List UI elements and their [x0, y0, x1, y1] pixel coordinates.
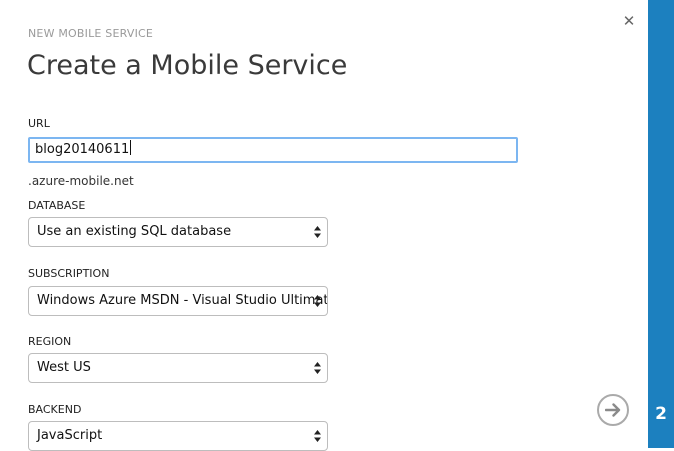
- region-select-value: West US: [37, 360, 91, 375]
- database-select[interactable]: Use an existing SQL database: [28, 217, 328, 247]
- wizard-step-number: 2: [655, 404, 667, 424]
- subscription-select-value: Windows Azure MSDN - Visual Studio Ultim…: [37, 293, 328, 308]
- subscription-label: SUBSCRIPTION: [28, 267, 110, 280]
- region-select[interactable]: West US: [28, 353, 328, 383]
- next-button[interactable]: [597, 394, 629, 426]
- backend-label: BACKEND: [28, 403, 82, 416]
- updown-arrow-icon: [314, 226, 321, 238]
- backend-select[interactable]: JavaScript: [28, 421, 328, 451]
- url-suffix: .azure-mobile.net: [28, 174, 134, 188]
- backend-select-value: JavaScript: [37, 428, 103, 443]
- database-select-value: Use an existing SQL database: [37, 224, 232, 239]
- updown-arrow-icon: [314, 295, 321, 307]
- text-caret: [130, 140, 132, 155]
- close-icon[interactable]: ✕: [620, 12, 638, 30]
- url-input[interactable]: blog20140611: [28, 137, 518, 163]
- database-label: DATABASE: [28, 199, 86, 212]
- updown-arrow-icon: [314, 430, 321, 442]
- arrow-right-icon: [605, 403, 621, 417]
- updown-arrow-icon: [314, 362, 321, 374]
- url-input-value: blog20140611: [35, 142, 130, 157]
- url-label: URL: [28, 117, 50, 130]
- dialog-header-label: NEW MOBILE SERVICE: [28, 27, 154, 40]
- wizard-step-sidebar: 2: [648, 0, 674, 448]
- region-label: REGION: [28, 335, 72, 348]
- page-title: Create a Mobile Service: [27, 50, 348, 81]
- subscription-select[interactable]: Windows Azure MSDN - Visual Studio Ultim…: [28, 286, 328, 316]
